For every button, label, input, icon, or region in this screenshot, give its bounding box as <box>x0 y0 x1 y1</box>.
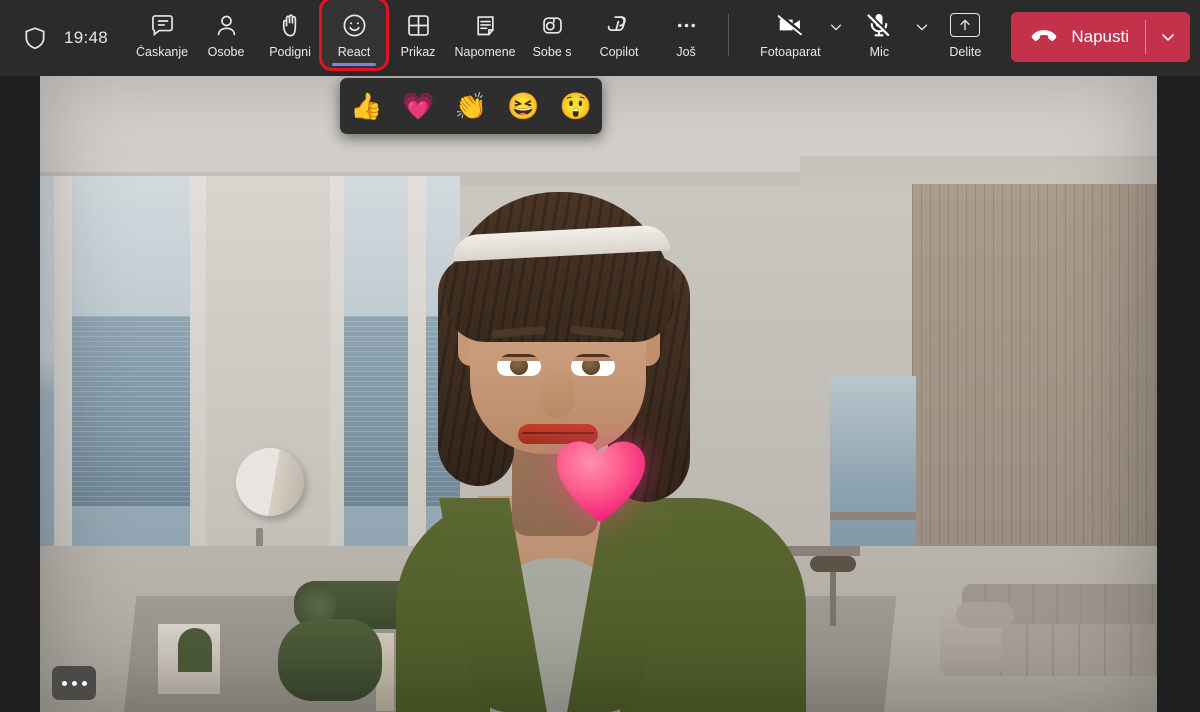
toolbar-button-notes-label: Napomene <box>454 45 515 59</box>
raise-hand-icon <box>275 10 305 40</box>
leave-chevron-down-icon[interactable] <box>1146 12 1190 62</box>
toolbar-button-share[interactable]: Delite <box>933 0 997 68</box>
toolbar-button-more-label: Još <box>676 45 695 59</box>
meeting-clock: 19:48 <box>64 28 108 48</box>
side-chair <box>158 624 220 694</box>
toolbar-button-breakout-rooms[interactable]: Sobe s <box>520 0 584 68</box>
notes-icon <box>470 10 500 40</box>
toolbar-button-notes[interactable]: Napomene <box>450 0 520 68</box>
toolbar-button-more[interactable]: Još <box>654 0 718 68</box>
reactions-flyout: 👍 💗 👏 😆 😲 <box>340 78 602 134</box>
toolbar-left-group: 19:48 <box>0 25 108 51</box>
leave-meeting-button[interactable]: Napusti <box>1011 12 1145 62</box>
toolbar-button-copilot[interactable]: Copilot <box>584 0 654 68</box>
grid-view-icon <box>403 10 433 40</box>
toolbar-button-raise-hand[interactable]: Podigni <box>258 0 322 68</box>
shield-icon <box>22 25 48 51</box>
avatar-lip-line <box>522 432 594 434</box>
camera-control-group: Fotoaparat <box>755 0 847 68</box>
person-icon <box>211 10 241 40</box>
toolbar-button-raise-hand-label: Podigni <box>269 45 311 59</box>
toolbar-button-camera-label: Fotoaparat <box>760 45 820 59</box>
react-active-indicator <box>332 63 376 66</box>
video-stage[interactable] <box>40 76 1157 712</box>
sectional-sofa <box>940 584 1157 680</box>
toolbar-button-copilot-label: Copilot <box>600 45 639 59</box>
ellipsis-icon <box>671 10 701 40</box>
heart-emoji[interactable]: 💗 <box>402 93 434 119</box>
mic-control-group: Mic <box>847 0 933 68</box>
copilot-icon <box>604 10 634 40</box>
avatar-nose <box>540 374 574 418</box>
meeting-toolbar: 19:48 Ćaskanje <box>0 0 1200 76</box>
toolbar-button-people[interactable]: Osobe <box>194 0 258 68</box>
toolbar-button-mic-label: Mic <box>870 45 889 59</box>
chat-bubble-icon <box>147 10 177 40</box>
breakout-rooms-icon <box>537 10 567 40</box>
toolbar-action-group: Ćaskanje Osobe <box>130 0 739 76</box>
smiley-face-icon <box>339 10 369 40</box>
mic-off-icon <box>864 10 894 40</box>
avatar-eye-right <box>571 354 615 376</box>
clapping-hands-emoji[interactable]: 👏 <box>455 93 487 119</box>
participant-avatar <box>340 106 860 712</box>
hangup-phone-icon <box>1029 20 1059 55</box>
wood-panel-wall <box>912 184 1157 584</box>
stage-more-options-button[interactable] <box>52 666 96 700</box>
laughing-face-emoji[interactable]: 😆 <box>507 93 539 119</box>
round-wall-mirror <box>236 448 304 516</box>
toolbar-button-view[interactable]: Prikaz <box>386 0 450 68</box>
avatar-hair-top <box>446 192 674 342</box>
camera-chevron-down-icon[interactable] <box>825 0 847 68</box>
thumbs-up-emoji[interactable]: 👍 <box>350 93 382 119</box>
teams-meeting-window: 19:48 Ćaskanje <box>0 0 1200 712</box>
toolbar-divider <box>728 14 729 56</box>
heart-reaction-overlay <box>555 439 647 525</box>
toolbar-button-chat-label: Ćaskanje <box>136 45 188 59</box>
toolbar-button-people-label: Osobe <box>208 45 245 59</box>
avatar-eye-left <box>497 354 541 376</box>
toolbar-button-react-label: React <box>338 45 371 59</box>
toolbar-button-chat[interactable]: Ćaskanje <box>130 0 194 68</box>
surprised-face-emoji[interactable]: 😲 <box>560 93 592 119</box>
share-screen-icon <box>950 10 980 40</box>
toolbar-button-breakout-rooms-label: Sobe s <box>533 45 572 59</box>
toolbar-button-react[interactable]: React <box>322 0 386 68</box>
toolbar-button-mic[interactable]: Mic <box>847 0 911 68</box>
toolbar-button-camera[interactable]: Fotoaparat <box>755 0 825 68</box>
toolbar-button-view-label: Prikaz <box>401 45 436 59</box>
camera-off-icon <box>775 10 805 40</box>
toolbar-device-group: Fotoaparat <box>755 0 1200 76</box>
leave-meeting-group: Napusti <box>1011 12 1190 62</box>
avatar-scene <box>40 76 1157 712</box>
mic-chevron-down-icon[interactable] <box>911 0 933 68</box>
leave-meeting-label: Napusti <box>1071 27 1129 47</box>
toolbar-button-share-label: Delite <box>949 45 981 59</box>
